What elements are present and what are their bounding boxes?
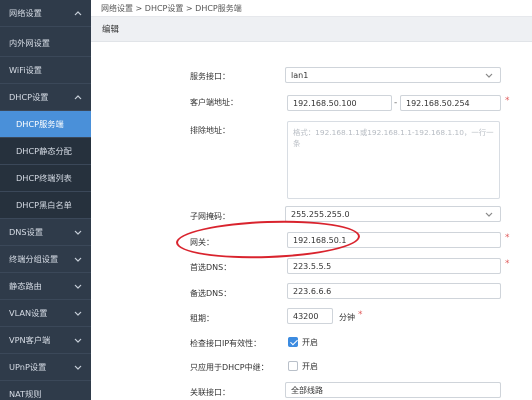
chevron-down-icon <box>74 230 82 235</box>
sidebar-item-dhcp-settings[interactable]: DHCP设置 <box>0 84 91 111</box>
range-dash: - <box>394 98 398 108</box>
sidebar: 网络设置 内外网设置 WiFi设置 DHCP设置 DHCP服务端 DHCP静态分… <box>0 0 91 400</box>
chevron-down-icon <box>74 365 82 370</box>
sidebar-item-vpn-client[interactable]: VPN客户端 <box>0 327 91 354</box>
client-address-end-input[interactable]: 192.168.50.254 <box>400 95 501 111</box>
required-mark: * <box>358 310 363 320</box>
linked-interface-select[interactable]: 全部线路 <box>285 382 501 398</box>
chevron-down-icon <box>74 284 82 289</box>
lease-unit: 分钟 <box>339 313 355 322</box>
section-title: 编辑 <box>91 17 532 42</box>
chevron-down-icon <box>74 338 82 343</box>
sidebar-item-network-settings[interactable]: 网络设置 <box>0 0 91 27</box>
sidebar-item-static-route[interactable]: 静态路由 <box>0 273 91 300</box>
sidebar-item-vlan[interactable]: VLAN设置 <box>0 300 91 327</box>
check-ip-text: 开启 <box>302 338 318 347</box>
chevron-down-icon <box>485 73 493 78</box>
chevron-up-icon <box>74 11 82 16</box>
client-address-start-input[interactable]: 192.168.50.100 <box>287 95 392 111</box>
service-interface-select[interactable]: lan1 <box>285 67 501 83</box>
primary-dns-input[interactable]: 223.5.5.5 <box>287 258 501 274</box>
service-interface-label: 服务接口： <box>190 72 230 81</box>
secondary-dns-input[interactable]: 223.6.6.6 <box>287 283 501 299</box>
sidebar-item-terminal-groups[interactable]: 终端分组设置 <box>0 246 91 273</box>
sidebar-item-dhcp-server[interactable]: DHCP服务端 <box>0 111 91 138</box>
dhcp-relay-text: 开启 <box>302 362 318 371</box>
sidebar-item-inner-outer-network[interactable]: 内外网设置 <box>0 30 91 57</box>
exclude-address-label: 排除地址： <box>190 126 230 135</box>
subnet-mask-label: 子网掩码： <box>190 212 230 221</box>
required-mark: * <box>505 259 510 269</box>
lease-label: 租期： <box>190 314 214 323</box>
primary-dns-label: 首选DNS： <box>190 263 232 272</box>
sidebar-item-dhcp-static[interactable]: DHCP静态分配 <box>0 138 91 165</box>
linked-interface-label: 关联接口： <box>190 388 230 397</box>
sidebar-item-upnp[interactable]: UPnP设置 <box>0 354 91 381</box>
sidebar-item-dhcp-clients[interactable]: DHCP终端列表 <box>0 165 91 192</box>
subnet-mask-select[interactable]: 255.255.255.0 <box>285 206 501 222</box>
secondary-dns-label: 备选DNS： <box>190 289 232 298</box>
dhcp-relay-checkbox[interactable] <box>288 361 298 371</box>
chevron-down-icon <box>485 212 493 217</box>
sidebar-item-nat[interactable]: NAT规则 <box>0 381 91 400</box>
required-mark: * <box>505 233 510 243</box>
required-mark: * <box>505 96 510 106</box>
dhcp-relay-label: 只应用于DHCP中继： <box>190 363 269 372</box>
sidebar-item-dhcp-blackwhite[interactable]: DHCP黑白名单 <box>0 192 91 219</box>
exclude-address-textarea[interactable]: 格式：192.168.1.1或192.168.1.1-192.168.1.10，… <box>287 121 500 199</box>
breadcrumb: 网络设置 > DHCP设置 > DHCP服务端 <box>91 0 532 17</box>
check-ip-label: 检查接口IP有效性： <box>190 339 262 348</box>
sidebar-item-dns[interactable]: DNS设置 <box>0 219 91 246</box>
chevron-down-icon <box>74 257 82 262</box>
check-ip-checkbox[interactable] <box>288 337 298 347</box>
client-address-label: 客户端地址： <box>190 98 238 107</box>
chevron-down-icon <box>74 311 82 316</box>
sidebar-item-wifi[interactable]: WiFi设置 <box>0 57 91 84</box>
chevron-up-icon <box>74 95 82 100</box>
lease-input[interactable]: 43200 <box>287 308 333 324</box>
